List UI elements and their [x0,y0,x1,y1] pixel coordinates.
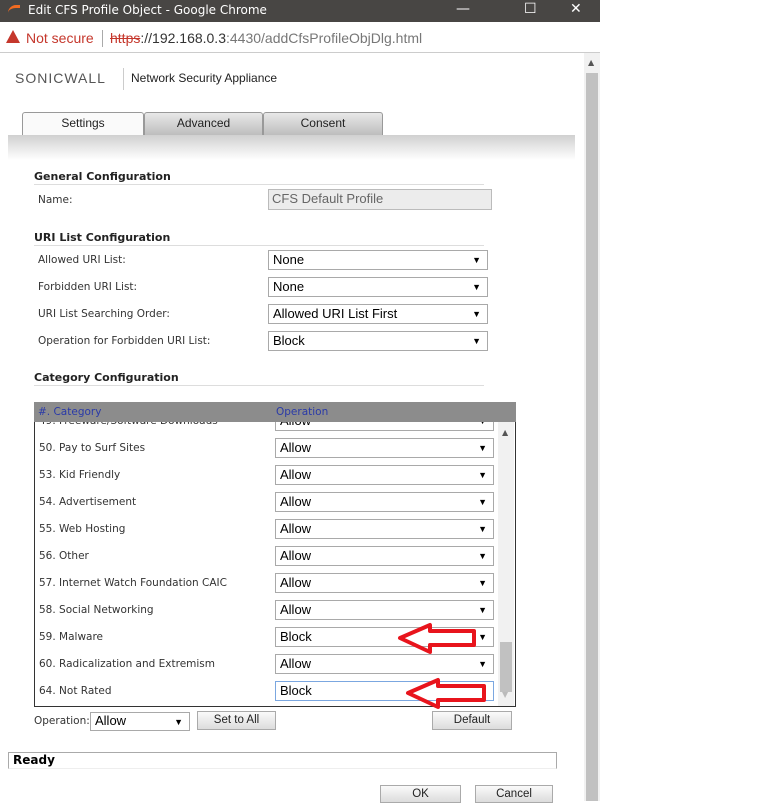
cancel-button[interactable]: Cancel [475,785,553,803]
default-button[interactable]: Default [432,711,512,730]
status-bar: Ready [8,752,557,769]
operation-label: Operation: [34,715,90,727]
dropdown-arrow-icon: ▼ [174,717,183,727]
select-value: Allow [95,713,127,728]
set-to-all-button[interactable]: Set to All [197,711,276,730]
red-arrow-annotation [398,623,476,654]
annotation-layer [398,623,486,709]
bulk-operation-select[interactable]: Allow ▼ [90,712,190,731]
ok-button[interactable]: OK [380,785,461,803]
red-arrow-annotation [406,678,486,709]
